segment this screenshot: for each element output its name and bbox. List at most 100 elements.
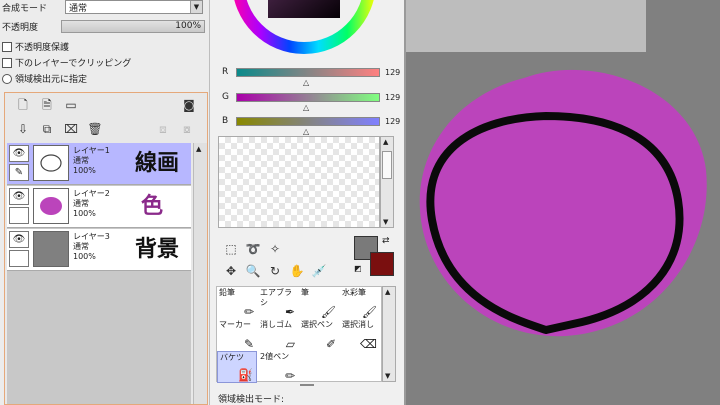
eye-icon[interactable]: 👁 bbox=[9, 188, 29, 205]
hand-icon[interactable]: ✋ bbox=[288, 262, 306, 280]
merge-down-icon[interactable]: ⧉ bbox=[39, 121, 55, 137]
scroll-up-icon[interactable]: ▲ bbox=[385, 288, 390, 296]
chevron-down-icon: ▼ bbox=[190, 1, 202, 13]
r-slider-handle[interactable]: △ bbox=[303, 78, 309, 87]
lasso-icon[interactable]: ➰ bbox=[244, 240, 262, 258]
clear-layer-icon[interactable]: ⌧ bbox=[63, 121, 79, 137]
tool-airbrush[interactable]: エアブラシ ✒ bbox=[258, 287, 298, 319]
clip-lower-checkbox[interactable] bbox=[2, 57, 12, 68]
g-slider-handle[interactable]: △ bbox=[303, 103, 309, 112]
trash-icon[interactable]: 🗑 bbox=[87, 121, 103, 137]
new-layer-set-icon[interactable]: 🗎 bbox=[39, 97, 55, 113]
selection-source-radio[interactable] bbox=[2, 73, 12, 84]
clip-lower-option[interactable]: 下のレイヤーでクリッピング bbox=[2, 56, 131, 69]
tool-label: 選択ペン bbox=[301, 320, 333, 329]
layer-name: レイヤー2 bbox=[73, 189, 110, 198]
secondary-color-swatch[interactable] bbox=[370, 252, 394, 276]
b-value: 129 bbox=[385, 117, 401, 126]
layer-mask-icon[interactable]: ◙ bbox=[181, 97, 197, 113]
detection-mode-label: 領域検出モード: bbox=[218, 395, 285, 405]
tool-select-erase[interactable]: 選択消し ⌫ bbox=[340, 319, 380, 351]
pen-icon[interactable]: ✎ bbox=[9, 164, 29, 181]
layer-caption-3: 背景 bbox=[135, 237, 180, 262]
swatch-grid[interactable] bbox=[218, 136, 380, 228]
eyedropper-icon[interactable]: 💉 bbox=[310, 262, 328, 280]
tool-grid-scrollbar[interactable]: ▲ ▼ bbox=[382, 286, 396, 382]
zoom-icon[interactable]: 🔍 bbox=[244, 262, 262, 280]
rect-select-icon[interactable]: ⬚ bbox=[222, 240, 240, 258]
layer-row-1[interactable]: 👁 ✎ レイヤー1 通常 100% 線画 bbox=[7, 143, 191, 185]
g-label: G bbox=[222, 92, 229, 102]
protect-opacity-option[interactable]: 不透明度保護 bbox=[2, 40, 69, 53]
blend-mode-value: 通常 bbox=[69, 3, 88, 14]
blend-mode-select[interactable]: 通常 ▼ bbox=[65, 0, 203, 14]
swatch-scrollbar[interactable]: ▲ ▼ bbox=[380, 136, 394, 228]
layer-caption-1: 線画 bbox=[135, 151, 180, 176]
b-label: B bbox=[222, 116, 229, 126]
tool-label: 鉛筆 bbox=[219, 288, 235, 297]
layer-caption-2: 色 bbox=[141, 194, 164, 219]
g-slider[interactable] bbox=[236, 93, 380, 102]
color-tool-panel: R △ 129 G △ 129 B △ 129 ▲ ▼ ⬚ ➰ ✧ ✥ 🔍 ↻ … bbox=[210, 0, 406, 405]
layer-mode: 通常 bbox=[73, 199, 89, 208]
scroll-up-icon[interactable]: ▲ bbox=[196, 145, 201, 153]
rotate-icon[interactable]: ↻ bbox=[266, 262, 284, 280]
layer-mode: 通常 bbox=[73, 242, 89, 251]
tool-watercolor[interactable]: 水彩筆 🖌 bbox=[340, 287, 380, 319]
tool-select-pen[interactable]: 選択ペン ✐ bbox=[299, 319, 339, 351]
scroll-thumb[interactable] bbox=[382, 151, 392, 179]
color-fill-shape bbox=[419, 69, 707, 337]
tool-marker[interactable]: マーカー ✎ bbox=[217, 319, 257, 351]
opacity-slider[interactable]: 100% bbox=[61, 20, 205, 33]
b-slider[interactable] bbox=[236, 117, 380, 126]
drawing[interactable] bbox=[406, 0, 720, 405]
panel-splitter[interactable] bbox=[300, 384, 314, 386]
opacity-label: 不透明度 bbox=[2, 23, 39, 33]
tool-label: 2値ペン bbox=[260, 352, 290, 361]
tool-brush[interactable]: 筆 🖌 bbox=[299, 287, 339, 319]
tool-eraser[interactable]: 消しゴム ▱ bbox=[258, 319, 298, 351]
selection-source-option[interactable]: 領域検出元に指定 bbox=[2, 72, 87, 85]
layer-option-box[interactable] bbox=[9, 250, 29, 267]
pencil-icon: ✏ bbox=[243, 305, 254, 319]
tool-label: 選択消し bbox=[342, 320, 374, 329]
protect-opacity-checkbox[interactable] bbox=[2, 41, 12, 52]
eye-icon[interactable]: 👁 bbox=[9, 231, 29, 248]
layer-list-scrollbar[interactable]: ▲ bbox=[193, 143, 207, 404]
layer-opacity: 100% bbox=[73, 166, 96, 175]
magic-wand-icon[interactable]: ✧ bbox=[266, 240, 284, 258]
select-pen-icon: ✐ bbox=[325, 337, 336, 351]
transparent-color-icon[interactable]: ◩ bbox=[354, 264, 362, 273]
swap-colors-icon[interactable]: ⇄ bbox=[382, 236, 390, 246]
select-erase-icon: ⌫ bbox=[360, 337, 377, 351]
eye-icon[interactable]: 👁 bbox=[9, 145, 29, 162]
tool-label: マーカー bbox=[219, 320, 251, 329]
move-icon[interactable]: ✥ bbox=[222, 262, 240, 280]
blend-mode-label: 合成モード bbox=[2, 3, 48, 14]
layer-row-2[interactable]: 👁 レイヤー2 通常 100% 色 bbox=[7, 186, 191, 228]
layer-list-box: 🗋 🗎 ▭ ◙ ⇩ ⧉ ⌧ 🗑 ⧈ ⧇ 👁 ✎ レイヤー1 通常 100% 線画… bbox=[4, 92, 208, 405]
opacity-row: 不透明度 100% bbox=[2, 20, 205, 33]
scroll-up-icon[interactable]: ▲ bbox=[383, 138, 388, 146]
layer-option-box[interactable] bbox=[9, 207, 29, 224]
tool-bucket[interactable]: バケツ ⛽ bbox=[217, 351, 257, 383]
tool-pencil[interactable]: 鉛筆 ✏ bbox=[217, 287, 257, 319]
layer-opacity: 100% bbox=[73, 209, 96, 218]
color-wheel[interactable] bbox=[224, 0, 384, 62]
binary-pen-icon: ✏ bbox=[284, 369, 295, 383]
brush-tool-grid: 鉛筆 ✏ エアブラシ ✒ 筆 🖌 水彩筆 🖌 マーカー ✎ 消しゴム ▱ 選択ペン ✐ 選択消… bbox=[216, 286, 382, 383]
watercolor-icon: 🖌 bbox=[361, 305, 377, 319]
canvas-area[interactable] bbox=[406, 0, 720, 405]
transfer-down-icon[interactable]: ⇩ bbox=[15, 121, 31, 137]
layer-row-3[interactable]: 👁 レイヤー3 通常 100% 背景 bbox=[7, 229, 191, 271]
scroll-down-icon[interactable]: ▼ bbox=[385, 372, 390, 380]
new-folder-icon[interactable]: ▭ bbox=[63, 97, 79, 113]
layer-mode: 通常 bbox=[73, 156, 89, 165]
b-slider-handle[interactable]: △ bbox=[303, 127, 309, 136]
r-slider[interactable] bbox=[236, 68, 380, 77]
eraser-icon: ▱ bbox=[285, 337, 295, 351]
scroll-down-icon[interactable]: ▼ bbox=[383, 218, 388, 226]
tool-binary-pen[interactable]: 2値ペン ✏ bbox=[258, 351, 298, 383]
new-layer-icon[interactable]: 🗋 bbox=[15, 97, 31, 113]
apply-mask-icon: ⧈ bbox=[159, 122, 167, 136]
